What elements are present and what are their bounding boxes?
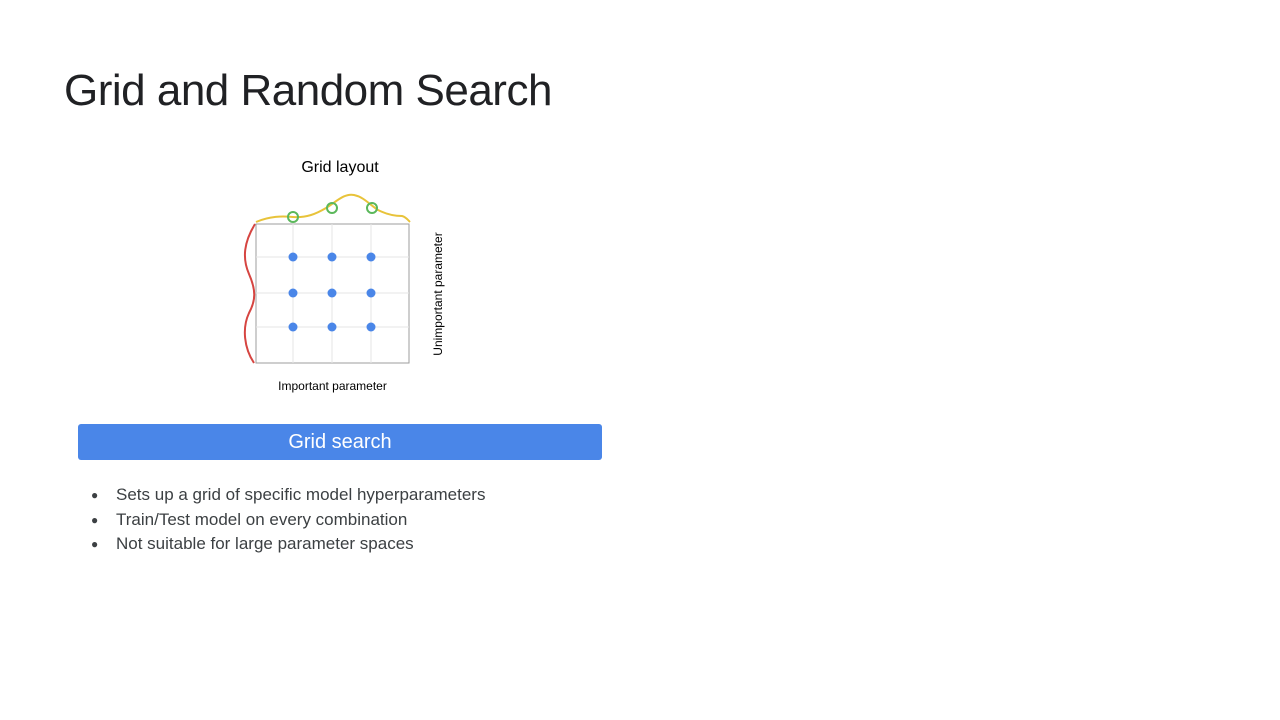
grid-point <box>366 322 376 332</box>
grid-point <box>327 288 337 298</box>
banner-label: Grid search <box>288 430 392 453</box>
bullet-text: Not suitable for large parameter spaces <box>116 534 414 553</box>
grid-layout-diagram: Grid layout Important parameter Unimport… <box>230 150 460 400</box>
x-axis-label: Important parameter <box>278 379 387 393</box>
grid-point <box>288 252 298 262</box>
bullet-text: Train/Test model on every combination <box>116 509 408 529</box>
bullet-item: ● Sets up a grid of specific model hyper… <box>88 483 485 508</box>
bullet-icon: ● <box>91 512 99 527</box>
grid-point <box>366 288 376 298</box>
y-axis-label: Unimportant parameter <box>431 232 445 356</box>
grid-point <box>366 252 376 262</box>
bullet-item: ● Train/Test model on every combination <box>88 508 485 533</box>
slide-title: Grid and Random Search <box>64 66 552 115</box>
bullet-list: ● Sets up a grid of specific model hyper… <box>88 483 485 557</box>
grid-point <box>327 252 337 262</box>
bullet-text: Sets up a grid of specific model hyperpa… <box>116 485 486 504</box>
bullet-item: ● Not suitable for large parameter space… <box>88 532 485 557</box>
grid-point <box>327 322 337 332</box>
grid-point <box>288 288 298 298</box>
unimportant-parameter-curve <box>243 223 256 364</box>
grid-search-banner: Grid search <box>78 424 602 460</box>
grid-point <box>288 322 298 332</box>
grid-layout-figure <box>243 193 411 364</box>
important-parameter-curve <box>255 193 411 223</box>
bullet-icon: ● <box>91 537 99 551</box>
bullet-icon: ● <box>91 488 99 502</box>
diagram-title: Grid layout <box>301 159 379 176</box>
